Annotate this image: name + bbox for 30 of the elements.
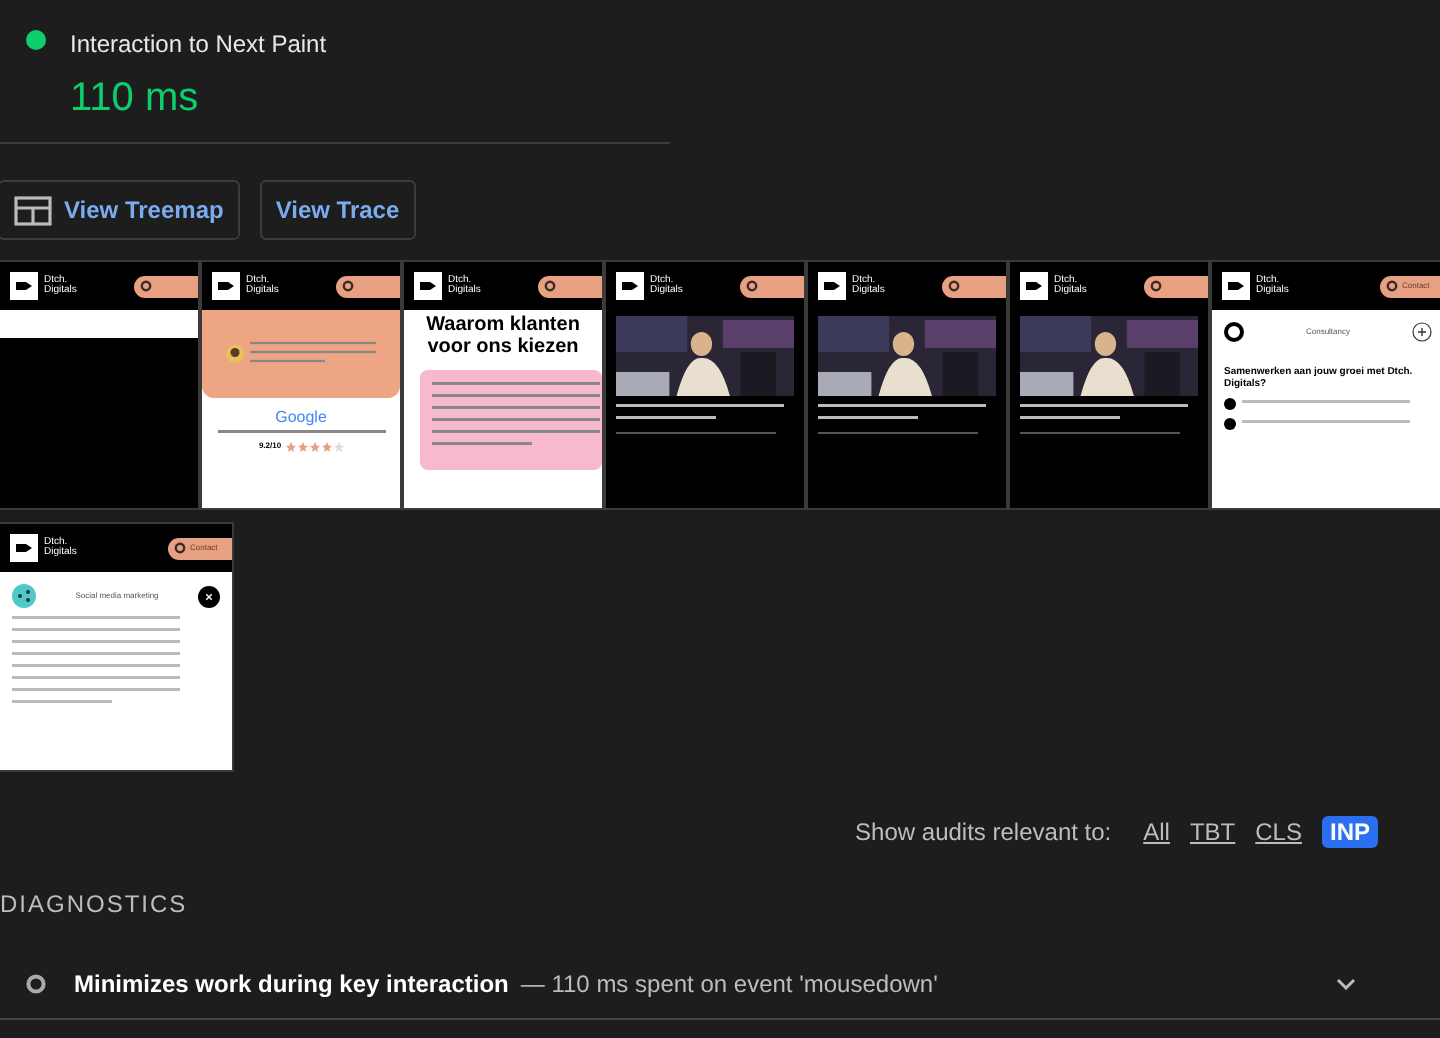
logo-icon bbox=[414, 272, 442, 300]
logo-icon bbox=[1222, 272, 1250, 300]
logo-icon bbox=[1020, 272, 1048, 300]
filter-label: Show audits relevant to: bbox=[855, 816, 1112, 850]
filter-option[interactable]: INP bbox=[1321, 816, 1378, 848]
logo-icon bbox=[616, 272, 644, 300]
google-logo-text: Google bbox=[275, 410, 327, 426]
avatar-icon bbox=[226, 342, 244, 366]
treemap-icon bbox=[14, 195, 52, 225]
audit-row[interactable]: Minimizes work during key interaction — 110 ms spent on event 'mousedown' bbox=[0, 948, 1440, 1020]
view-trace-button[interactable]: View Trace bbox=[259, 180, 416, 240]
logo-icon bbox=[818, 272, 846, 300]
share-icon bbox=[12, 584, 36, 608]
close-icon bbox=[197, 585, 220, 607]
service-icon bbox=[1224, 322, 1244, 342]
audit-detail: — 110 ms spent on event 'mousedown' bbox=[520, 967, 938, 1001]
metric-value: 110 ms bbox=[70, 74, 201, 124]
logo-icon bbox=[10, 534, 38, 562]
plus-icon bbox=[1411, 322, 1432, 342]
circle-icon bbox=[26, 973, 46, 993]
view-treemap-button[interactable]: View Treemap bbox=[0, 180, 240, 240]
filter-option[interactable]: All bbox=[1143, 816, 1170, 848]
audit-title: Minimizes work during key interaction bbox=[74, 967, 509, 1001]
section-heading: Waarom klanten voor ons kiezen bbox=[424, 314, 582, 358]
filter-option[interactable]: CLS bbox=[1255, 816, 1302, 848]
metric-label: Interaction to Next Paint bbox=[70, 28, 327, 62]
section-title: DIAGNOSTICS bbox=[0, 888, 190, 922]
filter-option[interactable]: TBT bbox=[1189, 816, 1236, 848]
logo-icon bbox=[212, 272, 240, 300]
logo-icon bbox=[10, 272, 38, 300]
